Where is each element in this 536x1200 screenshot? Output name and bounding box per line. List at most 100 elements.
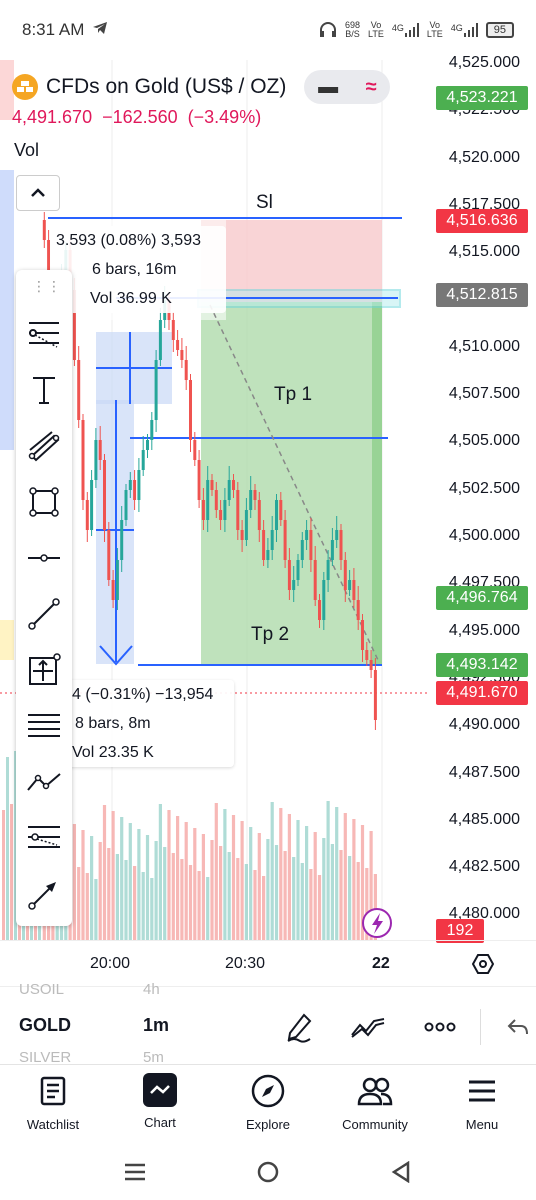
- nav-chart-label: Chart: [144, 1115, 176, 1130]
- volte-2-bottom: LTE: [426, 29, 443, 39]
- volume-bar: [292, 857, 296, 940]
- back-icon[interactable]: [386, 1158, 416, 1186]
- chart-area[interactable]: Sl Tp 1 Tp 2 3.593 (0.08%) 3,593 6 bars,…: [0, 60, 536, 940]
- wave-icon[interactable]: ≈: [366, 76, 377, 99]
- volume-bar: [219, 846, 223, 940]
- volume-bar: [240, 821, 244, 940]
- fib-tool-button[interactable]: [24, 314, 64, 354]
- candle-body: [348, 580, 352, 590]
- volume-bar: [176, 816, 180, 940]
- volume-bar: [287, 814, 291, 940]
- volume-bar: [98, 842, 102, 940]
- volume-bar: [231, 815, 236, 940]
- recent-apps-icon[interactable]: [120, 1158, 150, 1186]
- price-axis-label: 4,502.500: [448, 479, 520, 497]
- compass-icon: [250, 1073, 286, 1109]
- candle-body: [180, 350, 184, 360]
- trend-line-tool-button[interactable]: [24, 594, 64, 634]
- time-label-2000: 20:00: [90, 955, 131, 972]
- measure-bottom-line1: 4 (−0.31%) −13,954: [72, 686, 214, 703]
- minus-icon[interactable]: ▬: [318, 76, 338, 99]
- lines-icon: [28, 714, 60, 737]
- price-axis-label: 4,482.500: [448, 858, 520, 876]
- nav-menu[interactable]: Menu: [432, 1073, 532, 1132]
- undo-icon[interactable]: [500, 1009, 536, 1045]
- candle-body: [369, 660, 373, 670]
- candle-body: [270, 530, 274, 550]
- candle-body: [124, 490, 128, 520]
- chart-icon: [143, 1073, 177, 1107]
- pattern-tool-button[interactable]: [24, 762, 64, 802]
- rectangle-tool-button[interactable]: [24, 482, 64, 522]
- volume-bar: [322, 838, 326, 940]
- gold-logo-icon: [12, 74, 38, 100]
- text-tool-button[interactable]: [24, 370, 64, 410]
- candle-body: [227, 480, 231, 500]
- price-summary: 4,491.670 −162.560 (−3.49%): [12, 107, 261, 128]
- horizontal-line-tool-button[interactable]: [24, 538, 64, 578]
- pitchfan-tool-button[interactable]: [24, 706, 64, 746]
- candle-body: [150, 420, 154, 440]
- drag-handle-icon[interactable]: ⋮⋮: [32, 278, 62, 295]
- symbol-title[interactable]: CFDs on Gold (US$ / OZ): [46, 75, 286, 99]
- candle-body: [158, 320, 162, 360]
- nav-community[interactable]: Community: [325, 1073, 425, 1132]
- candle-body: [365, 650, 369, 660]
- measure-top-line3: Vol 36.99 K: [90, 290, 172, 307]
- volume-bar: [77, 867, 81, 940]
- candlestick-chart[interactable]: Sl Tp 1 Tp 2: [0, 60, 536, 940]
- rectangle-icon: [29, 487, 59, 517]
- network-speed: 698 B/S: [345, 21, 360, 39]
- indicators-icon[interactable]: [350, 1009, 386, 1045]
- time-axis[interactable]: 20:00 20:30 22: [0, 940, 536, 986]
- volume-bar: [197, 871, 201, 940]
- home-icon[interactable]: [253, 1158, 283, 1186]
- candle-body: [176, 340, 180, 350]
- candle-body: [309, 530, 313, 560]
- channel-tool-button[interactable]: [24, 426, 64, 466]
- headphones-icon: [319, 21, 337, 39]
- volume-bar: [244, 864, 248, 940]
- forecast-tool-button[interactable]: [24, 818, 64, 858]
- indicator-pill[interactable]: ▬ ≈: [304, 70, 391, 104]
- candle-body: [115, 560, 119, 600]
- volume-bar: [296, 820, 300, 940]
- settings-hex-icon[interactable]: [471, 953, 495, 980]
- volume-bar: [274, 845, 279, 940]
- draw-pen-icon[interactable]: [281, 1009, 317, 1045]
- volume-bar: [300, 863, 304, 940]
- candle-body: [189, 380, 192, 440]
- tag-box: 4,512.815: [436, 283, 528, 307]
- chart-header[interactable]: CFDs on Gold (US$ / OZ) ▬ ≈: [12, 70, 391, 104]
- volume-bar: [339, 850, 343, 940]
- prev-symbol[interactable]: USOIL: [19, 981, 64, 998]
- arrow-tool-button[interactable]: [24, 874, 64, 914]
- pattern-icon: [27, 773, 61, 791]
- prev-timeframe[interactable]: 4h: [143, 981, 160, 998]
- candle-body: [322, 580, 326, 620]
- volume-bar: [257, 833, 261, 940]
- timeframe-selector[interactable]: 1m: [143, 1015, 169, 1036]
- system-navigation[interactable]: [0, 1144, 536, 1200]
- price-axis-label: 4,525.000: [448, 54, 520, 71]
- volume-bar: [72, 824, 76, 940]
- candle-body: [201, 500, 205, 520]
- symbol-timeframe-bar[interactable]: USOIL 4h GOLD 1m SILVER 5m: [0, 981, 536, 1066]
- volume-bar: [266, 839, 270, 940]
- collapse-button[interactable]: [16, 175, 60, 211]
- volume-bar: [102, 805, 107, 940]
- nav-explore-label: Explore: [245, 1117, 291, 1132]
- nav-chart[interactable]: Chart: [110, 1073, 210, 1130]
- measure-bottom-line2: 8 bars, 8m: [75, 715, 151, 732]
- nav-watchlist[interactable]: Watchlist: [3, 1073, 103, 1132]
- more-options-icon[interactable]: [422, 1009, 458, 1045]
- volume-bar: [171, 853, 175, 940]
- parallel-channel-icon: [28, 431, 60, 462]
- candle-body: [283, 520, 287, 560]
- volume-bar: [317, 875, 322, 940]
- bottom-navigation[interactable]: Watchlist Chart Explore Community Menu: [0, 1064, 536, 1144]
- nav-explore[interactable]: Explore: [218, 1073, 318, 1132]
- symbol-selector[interactable]: GOLD: [19, 1015, 71, 1036]
- measure-tool-button[interactable]: [24, 650, 64, 690]
- drawing-toolbar[interactable]: ⋮⋮: [16, 270, 72, 926]
